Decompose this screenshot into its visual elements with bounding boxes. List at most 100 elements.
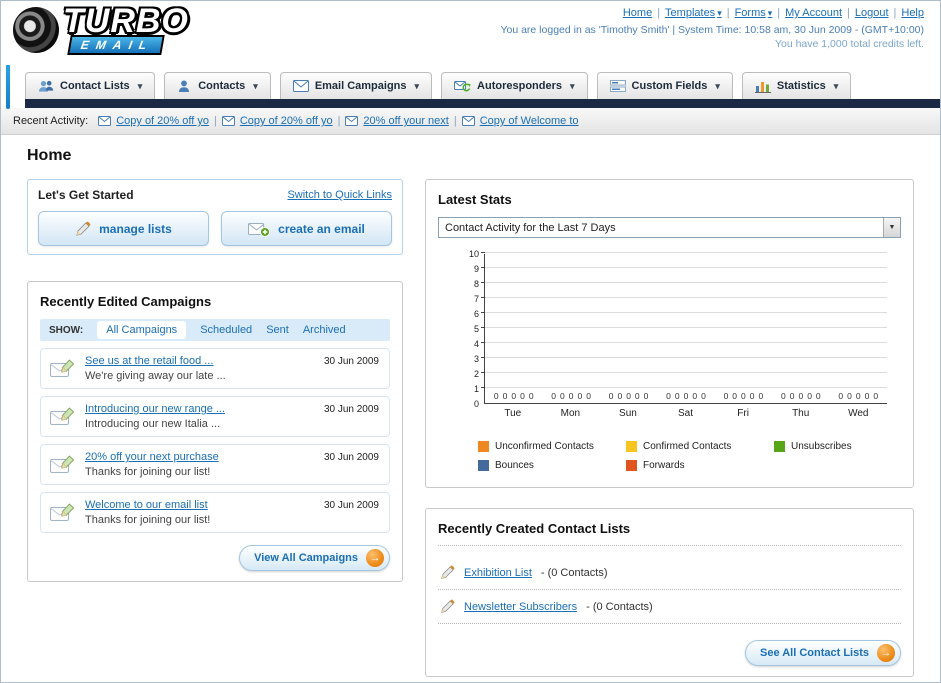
y-tick-label: 2 (473, 369, 479, 379)
tab-autoresponders[interactable]: Autoresponders (441, 72, 588, 99)
top-link-logout[interactable]: Logout (855, 7, 889, 19)
campaign-title-link[interactable]: See us at the retail food ... (85, 355, 226, 367)
bar-group: 00000 (485, 391, 542, 401)
contacts-icon (177, 79, 192, 94)
bar-value-labels: 00000000000000000000000000000000000 (485, 391, 887, 401)
campaigns-tab-sent[interactable]: Sent (266, 324, 289, 336)
main-content: Home Let's Get Started Switch to Quick L… (1, 135, 940, 677)
bar-group: 00000 (715, 391, 772, 401)
campaign-subtitle: Introducing our new Italia ... (85, 418, 221, 430)
dropdown-arrow-icon (251, 80, 258, 92)
statistics-icon (754, 79, 771, 93)
tab-label: Autoresponders (477, 80, 563, 92)
campaign-date: 30 Jun 2009 (323, 500, 379, 511)
tab-contacts[interactable]: Contacts (164, 72, 271, 99)
legend-item: Bounces (478, 460, 626, 471)
gridline (481, 252, 887, 253)
bar-value-label: 0 (732, 391, 738, 401)
gridline (481, 327, 887, 328)
top-link-templates[interactable]: Templates (665, 7, 722, 19)
x-tick-label: Thu (792, 408, 810, 419)
pencil-icon (440, 565, 455, 580)
x-tick-label: Wed (848, 408, 869, 419)
y-tick-label: 7 (473, 294, 479, 304)
top-link-my-account[interactable]: My Account (785, 7, 842, 19)
campaign-title-link[interactable]: 20% off your next purchase (85, 451, 219, 463)
stats-period-select[interactable]: Contact Activity for the Last 7 Days (438, 217, 901, 238)
gridline (481, 342, 887, 343)
app-window: TURBO EMAIL Home Templates Forms My Account… (0, 0, 941, 683)
recent-activity-bar: Recent Activity: Copy of 20% off yo Copy… (1, 108, 940, 135)
campaign-title-link[interactable]: Welcome to our email list (85, 499, 210, 511)
nav-divider-bar (25, 99, 940, 108)
bar-value-label: 0 (847, 391, 852, 401)
button-label: manage lists (99, 221, 172, 236)
gridline (481, 357, 887, 358)
stats-panel-title: Latest Stats (438, 192, 512, 207)
campaigns-tab-scheduled[interactable]: Scheduled (200, 324, 252, 336)
gridline (481, 312, 887, 313)
legend-swatch (626, 460, 637, 471)
bar-value-label: 0 (634, 391, 640, 401)
bar-group: 00000 (772, 391, 829, 401)
contact-list-count: - (0 Contacts) (540, 566, 608, 579)
campaign-row: Introducing our new range ... Introducin… (40, 396, 390, 437)
campaigns-tab-archived[interactable]: Archived (303, 324, 346, 336)
recently-edited-campaigns-panel: Recently Edited Campaigns SHOW: All Camp… (27, 281, 403, 582)
view-all-campaigns-button[interactable]: View All Campaigns (239, 545, 390, 571)
y-tick-label: 8 (473, 279, 479, 289)
activity-link-label: Copy of Welcome to (479, 115, 579, 127)
top-link-forms[interactable]: Forms (735, 7, 773, 19)
recent-activity-link[interactable]: Copy of 20% off yo (221, 115, 333, 127)
bar-value-label: 0 (798, 391, 804, 401)
logo-swirl-icon (7, 1, 65, 60)
bar-group: 00000 (542, 391, 599, 401)
manage-lists-button[interactable]: manage lists (38, 211, 209, 246)
legend-item: Unconfirmed Contacts (478, 441, 626, 452)
autoresponders-icon (454, 79, 471, 93)
envelope-pencil-icon (50, 406, 76, 428)
tab-statistics[interactable]: Statistics (741, 72, 852, 99)
separator (889, 7, 902, 19)
bar-value-label: 0 (586, 391, 591, 401)
campaign-title-link[interactable]: Introducing our new range ... (85, 403, 225, 415)
header-right: Home Templates Forms My Account Logout Help Y… (500, 7, 924, 50)
recently-created-contact-lists-panel: Recently Created Contact Lists Exhibitio… (425, 508, 914, 677)
campaign-text: Introducing our new range ... Introducin… (85, 403, 225, 430)
separator (209, 115, 222, 127)
envelope-icon (98, 116, 112, 126)
bar-value-label: 0 (511, 391, 517, 401)
contact-list-item: Newsletter Subscribers - (0 Contacts) (438, 590, 901, 624)
app-logo[interactable]: TURBO EMAIL (7, 1, 189, 60)
recent-activity-link[interactable]: Copy of Welcome to (461, 115, 579, 127)
bar-group: 00000 (600, 391, 657, 401)
y-tick-label: 5 (473, 324, 479, 334)
separator (449, 115, 462, 127)
tab-email-campaigns[interactable]: Email Campaigns (279, 72, 433, 99)
campaign-date: 30 Jun 2009 (323, 404, 379, 415)
tab-contact-lists[interactable]: Contact Lists (25, 72, 156, 99)
top-link-home[interactable]: Home (623, 7, 652, 19)
recent-activity-link[interactable]: Copy of 20% off yo (98, 115, 209, 127)
see-all-contact-lists-button[interactable]: See All Contact Lists (744, 640, 901, 666)
legend-label: Unconfirmed Contacts (495, 441, 594, 452)
arrow-icon (366, 549, 384, 567)
campaign-subtitle: Thanks for joining our list! (85, 466, 211, 478)
logo-title: TURBO (63, 2, 189, 40)
get-started-panel: Let's Get Started Switch to Quick Links … (27, 179, 403, 255)
top-link-label: Templates (665, 7, 716, 19)
contact-list-item: Exhibition List - (0 Contacts) (438, 556, 901, 590)
contact-list-link[interactable]: Exhibition List (464, 567, 532, 579)
y-tick-label: 0 (473, 399, 479, 409)
campaigns-tab-all[interactable]: All Campaigns (97, 321, 187, 339)
create-an-email-button[interactable]: create an email (221, 211, 392, 246)
bar-value-label: 0 (666, 391, 671, 401)
contact-list-link[interactable]: Newsletter Subscribers (464, 601, 577, 613)
logo-subtitle: EMAIL (67, 35, 166, 56)
tab-custom-fields[interactable]: Custom Fields (596, 72, 733, 99)
recent-activity-link[interactable]: 20% off your next (345, 115, 449, 127)
gridline (481, 267, 887, 268)
switch-to-quick-links-link[interactable]: Switch to Quick Links (287, 189, 392, 201)
top-link-help[interactable]: Help (901, 7, 924, 19)
bar-value-label: 0 (502, 391, 508, 401)
